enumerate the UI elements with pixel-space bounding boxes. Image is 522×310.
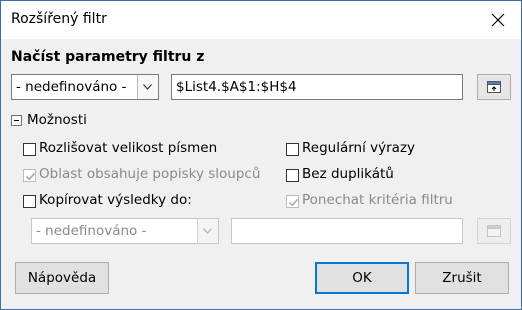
chevron-down-icon [203, 228, 212, 234]
window-title: Rozšířený filtr [11, 11, 107, 27]
regex-label[interactable]: Regulární výrazy [302, 140, 415, 156]
chevron-down-icon [143, 84, 152, 90]
ok-button[interactable]: OK [315, 262, 409, 294]
shrink-dialog-icon [487, 81, 501, 93]
case-sensitive-checkbox[interactable] [23, 143, 36, 156]
checkmark-icon [26, 173, 36, 181]
keep-criteria-checkbox [286, 195, 299, 208]
checkmark-icon [289, 199, 299, 207]
help-button-label: Nápověda [27, 270, 97, 286]
keep-criteria-label: Ponechat kritéria filtru [302, 192, 453, 208]
copy-results-checkbox[interactable] [23, 195, 36, 208]
options-expander[interactable] [11, 115, 22, 126]
cancel-button-label: Zrušit [442, 270, 482, 286]
close-icon [491, 13, 505, 27]
output-shrink-button [477, 218, 511, 244]
source-select[interactable]: - nedefinováno - [11, 74, 159, 100]
close-button[interactable] [475, 1, 521, 39]
regex-checkbox[interactable] [286, 143, 299, 156]
contains-headers-checkbox [23, 169, 36, 182]
filter-range-value: $List4.$A$1:$H$4 [176, 79, 297, 95]
no-duplicates-checkbox[interactable] [286, 169, 299, 182]
copy-results-label[interactable]: Kopírovat výsledky do: [39, 192, 192, 208]
case-sensitive-label[interactable]: Rozlišovat velikost písmen [39, 140, 217, 156]
no-duplicates-label[interactable]: Bez duplikátů [302, 166, 394, 182]
shrink-button[interactable] [477, 74, 511, 100]
source-select-arrow[interactable] [137, 75, 158, 99]
advanced-filter-dialog: Rozšířený filtr Načíst parametry filtru … [0, 0, 522, 310]
dialog-content: Načíst parametry filtru z - nedefinováno… [1, 39, 521, 309]
output-select: - nedefinováno - [31, 218, 219, 244]
shrink-dialog-icon [487, 225, 501, 237]
title-bar: Rozšířený filtr [1, 1, 521, 39]
cancel-button[interactable]: Zrušit [415, 262, 509, 294]
help-button[interactable]: Nápověda [15, 262, 109, 294]
ok-button-label: OK [352, 270, 372, 286]
options-title: Možnosti [27, 112, 87, 128]
load-section-title: Načíst parametry filtru z [11, 49, 205, 65]
contains-headers-label: Oblast obsahuje popisky sloupců [39, 166, 261, 182]
source-select-value: - nedefinováno - [16, 79, 127, 95]
filter-range-input[interactable]: $List4.$A$1:$H$4 [171, 74, 463, 100]
output-range-input [231, 218, 463, 244]
output-select-value: - nedefinováno - [36, 223, 147, 239]
output-select-arrow [197, 219, 218, 243]
